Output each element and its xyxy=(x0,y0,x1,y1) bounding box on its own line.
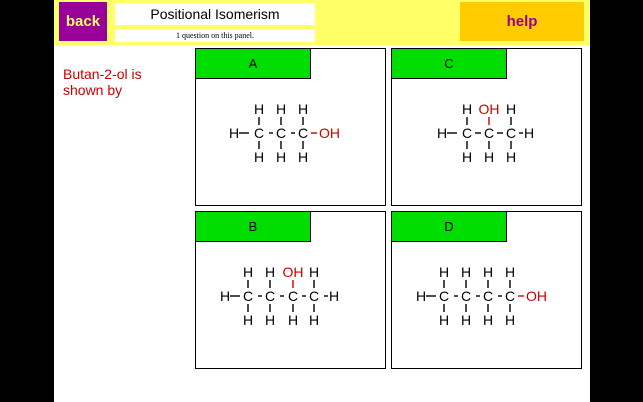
carbon-atom: C xyxy=(505,288,515,304)
hydrogen-atom: H xyxy=(505,264,515,280)
option-panel-d[interactable]: D H H H H H C C C C OH H H H H xyxy=(391,211,582,369)
carbon-atom: C xyxy=(243,288,253,304)
hydrogen-atom: H xyxy=(298,101,308,117)
hydrogen-atom: H xyxy=(254,101,264,117)
molecule-butan-1-ol: H H H H H C C C C OH H H H H xyxy=(416,264,547,328)
quiz-stage: back Positional Isomerism 1 question on … xyxy=(54,0,590,402)
hydrogen-atom: H xyxy=(461,264,471,280)
hydrogen-atom: H xyxy=(462,149,472,165)
option-label-b: B xyxy=(196,212,311,242)
hydrogen-atom: H xyxy=(462,101,472,117)
carbon-atom: C xyxy=(483,288,493,304)
hydroxyl-group: OH xyxy=(479,101,500,117)
hydrogen-atom: H xyxy=(298,149,308,165)
hydrogen-atom: H xyxy=(220,288,230,304)
option-panel-c[interactable]: C H OH H H C C C H H H H xyxy=(391,48,582,206)
back-button[interactable]: back xyxy=(59,2,107,41)
carbon-atom: C xyxy=(254,125,264,141)
hydrogen-atom: H xyxy=(524,125,534,141)
hydrogen-atom: H xyxy=(309,264,319,280)
carbon-atom: C xyxy=(462,125,472,141)
hydrogen-atom: H xyxy=(276,101,286,117)
option-label-c: C xyxy=(392,49,507,79)
option-panel-a[interactable]: A H H H H C C C OH H H H xyxy=(195,48,386,206)
carbon-atom: C xyxy=(461,288,471,304)
carbon-atom: C xyxy=(439,288,449,304)
top-toolbar: back Positional Isomerism 1 question on … xyxy=(54,0,590,45)
hydrogen-atom: H xyxy=(437,125,447,141)
hydrogen-atom: H xyxy=(229,125,239,141)
hydrogen-atom: H xyxy=(276,149,286,165)
hydroxyl-group: OH xyxy=(526,288,547,304)
carbon-atom: C xyxy=(288,288,298,304)
carbon-atom: C xyxy=(265,288,275,304)
option-label-a: A xyxy=(196,49,311,79)
hydrogen-atom: H xyxy=(243,312,253,328)
molecule-propan-2-ol: H OH H H C C C H H H H xyxy=(437,101,534,165)
molecule-propan-1-ol: H H H H C C C OH H H H xyxy=(229,101,340,165)
hydrogen-atom: H xyxy=(265,312,275,328)
question-text: Butan-2-ol is shown by xyxy=(63,66,142,98)
hydrogen-atom: H xyxy=(265,264,275,280)
hydrogen-atom: H xyxy=(329,288,339,304)
hydrogen-atom: H xyxy=(439,264,449,280)
carbon-atom: C xyxy=(276,125,286,141)
hydrogen-atom: H xyxy=(288,312,298,328)
hydrogen-atom: H xyxy=(506,101,516,117)
help-button[interactable]: help xyxy=(460,2,584,41)
molecule-butan-2-ol: H H OH H H C C C C H H H H H xyxy=(220,264,339,328)
page-title: Positional Isomerism xyxy=(115,3,315,25)
hydrogen-atom: H xyxy=(416,288,426,304)
hydrogen-atom: H xyxy=(484,149,494,165)
hydrogen-atom: H xyxy=(506,149,516,165)
hydrogen-atom: H xyxy=(439,312,449,328)
carbon-atom: C xyxy=(506,125,516,141)
carbon-atom: C xyxy=(309,288,319,304)
hydroxyl-group: OH xyxy=(319,125,340,141)
hydrogen-atom: H xyxy=(243,264,253,280)
carbon-atom: C xyxy=(298,125,308,141)
hydrogen-atom: H xyxy=(254,149,264,165)
hydrogen-atom: H xyxy=(505,312,515,328)
option-panel-b[interactable]: B H H OH H H C C C C H H H H H xyxy=(195,211,386,369)
hydrogen-atom: H xyxy=(483,312,493,328)
hydrogen-atom: H xyxy=(461,312,471,328)
carbon-atom: C xyxy=(484,125,494,141)
hydrogen-atom: H xyxy=(483,264,493,280)
hydrogen-atom: H xyxy=(309,312,319,328)
hydroxyl-group: OH xyxy=(283,264,304,280)
panel-note: 1 question on this panel. xyxy=(115,29,315,42)
option-label-d: D xyxy=(392,212,507,242)
